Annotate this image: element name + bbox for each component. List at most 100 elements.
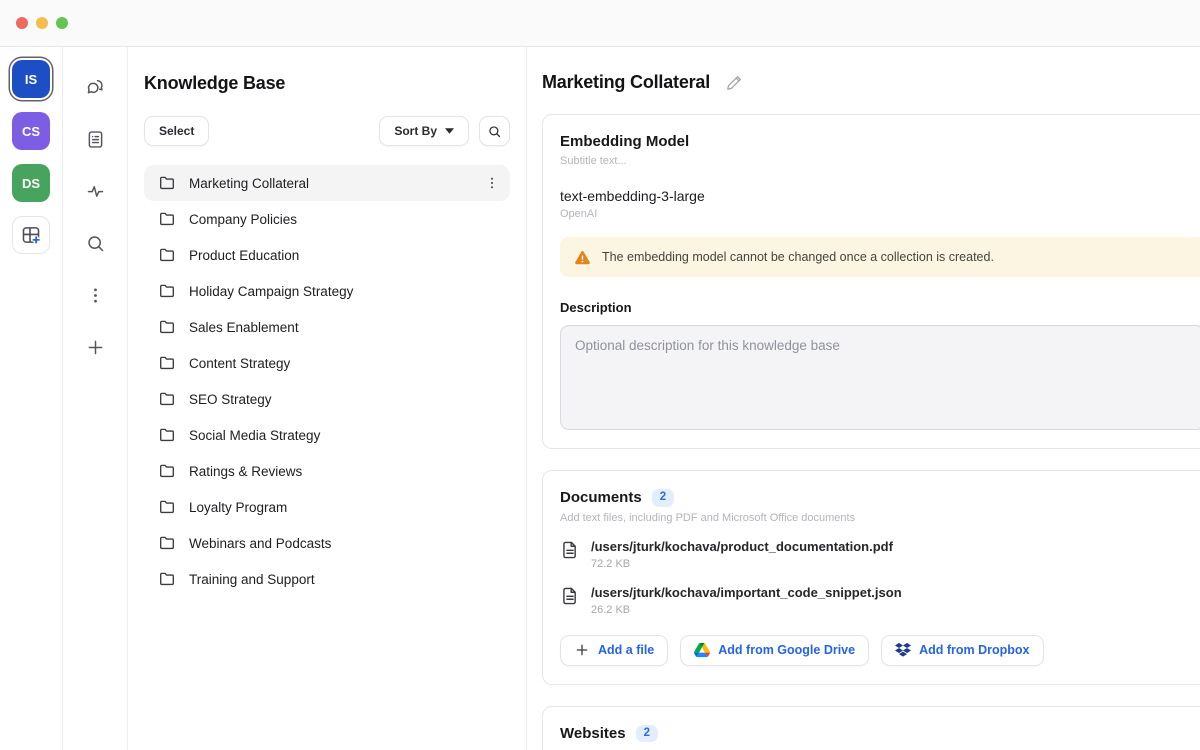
add-workspace-button[interactable] [12,216,50,254]
activity-icon [85,181,106,202]
workspace-avatar-cs[interactable]: CS [12,112,50,150]
add-from-google-drive-button[interactable]: Add from Google Drive [680,635,869,666]
document-file-row[interactable]: /users/jturk/kochava/important_code_snip… [560,585,1200,616]
folder-name: Webinars and Podcasts [189,536,331,551]
knowledge-base-title: Knowledge Base [144,73,510,94]
folder-row[interactable]: Social Media Strategy [144,417,510,453]
document-file-list: /users/jturk/kochava/product_documentati… [560,539,1200,616]
folder-name: Ratings & Reviews [189,464,302,479]
search-icon [487,124,502,139]
workspace-avatar-list: IS CS DS [12,60,50,202]
file-size: 26.2 KB [591,604,902,616]
file-path: /users/jturk/kochava/important_code_snip… [591,585,902,600]
file-size: 72.2 KB [591,558,893,570]
folder-row[interactable]: Ratings & Reviews [144,453,510,489]
folder-more-button[interactable] [484,175,500,191]
edit-title-button[interactable] [725,73,744,92]
detail-panel: Marketing Collateral Embedding Model Sub… [527,47,1200,750]
document-actions: Add a file [560,635,1200,666]
embedding-model-provider: OpenAI [560,208,1200,220]
library-controls: Select Sort By [144,116,510,146]
add-file-label: Add a file [598,643,654,657]
folder-name: Company Policies [189,212,297,227]
knowledge-base-panel: Knowledge Base Select Sort By Marketing … [128,47,527,750]
folder-icon [158,318,176,336]
folder-row[interactable]: Product Education [144,237,510,273]
add-file-button[interactable]: Add a file [560,635,668,666]
add-from-dropbox-button[interactable]: Add from Dropbox [881,635,1043,666]
warning-icon [574,249,591,266]
documents-card: Documents 2 Add text files, including PD… [542,470,1200,685]
embedding-model-heading: Embedding Model [560,133,1200,150]
folder-icon [158,282,176,300]
workspace-avatar-ds[interactable]: DS [12,164,50,202]
workspace-rail: IS CS DS [0,47,63,750]
warning-text: The embedding model cannot be changed on… [602,250,994,264]
window-close-button[interactable] [16,17,28,29]
notes-icon [85,129,106,150]
window-zoom-button[interactable] [56,17,68,29]
embedding-model-name: text-embedding-3-large [560,188,1200,204]
nav-search-button[interactable] [81,229,109,257]
description-label: Description [560,300,1200,315]
folder-row[interactable]: Content Strategy [144,345,510,381]
folder-row[interactable]: Marketing Collateral [144,165,510,201]
search-icon [85,233,106,254]
embedding-model-card: Embedding Model Subtitle text... text-em… [542,114,1200,449]
select-button[interactable]: Select [144,116,209,146]
documents-count-badge: 2 [652,489,674,507]
folder-icon [158,426,176,444]
search-button[interactable] [479,116,510,146]
window-controls [16,17,68,29]
folder-row[interactable]: Loyalty Program [144,489,510,525]
google-drive-label: Add from Google Drive [718,643,855,657]
detail-title: Marketing Collateral [542,72,710,93]
documents-subtitle: Add text files, including PDF and Micros… [560,512,1200,524]
folder-icon [158,246,176,264]
folder-icon [158,174,176,192]
more-icon [85,285,106,306]
add-icon [85,337,106,358]
embedding-warning-banner: The embedding model cannot be changed on… [560,237,1200,277]
titlebar [0,0,1200,47]
embedding-model-subtitle: Subtitle text... [560,155,1200,167]
nav-rail [63,47,128,750]
folder-row[interactable]: Holiday Campaign Strategy [144,273,510,309]
nav-add-button[interactable] [81,333,109,361]
folder-name: Sales Enablement [189,320,299,335]
websites-count-badge: 2 [636,725,658,743]
folder-row[interactable]: SEO Strategy [144,381,510,417]
description-input[interactable] [560,325,1200,430]
websites-card: Websites 2 [542,706,1200,750]
websites-heading: Websites [560,725,626,742]
plus-icon [574,642,590,658]
nav-notes-button[interactable] [81,125,109,153]
folder-row[interactable]: Sales Enablement [144,309,510,345]
folder-name: Product Education [189,248,299,263]
google-drive-icon [694,642,710,658]
folder-name: Content Strategy [189,356,290,371]
documents-heading: Documents [560,489,642,506]
folder-row[interactable]: Company Policies [144,201,510,237]
nav-activity-button[interactable] [81,177,109,205]
sort-by-label: Sort By [394,124,437,138]
grid-plus-icon [20,224,42,246]
folder-name: Training and Support [189,572,315,587]
folder-name: SEO Strategy [189,392,272,407]
folder-icon [158,354,176,372]
chats-icon [85,77,106,98]
document-file-row[interactable]: /users/jturk/kochava/product_documentati… [560,539,1200,570]
folder-row[interactable]: Training and Support [144,561,510,597]
nav-chats-button[interactable] [81,73,109,101]
folder-list: Marketing Collateral Company Policies Prod… [144,165,510,597]
workspace-avatar-is[interactable]: IS [12,60,50,98]
folder-icon [158,534,176,552]
nav-more-button[interactable] [81,281,109,309]
folder-icon [158,498,176,516]
detail-header: Marketing Collateral [542,72,1200,93]
sort-by-button[interactable]: Sort By [379,116,469,146]
folder-name: Loyalty Program [189,500,287,515]
window-minimize-button[interactable] [36,17,48,29]
dropbox-label: Add from Dropbox [919,643,1029,657]
folder-row[interactable]: Webinars and Podcasts [144,525,510,561]
